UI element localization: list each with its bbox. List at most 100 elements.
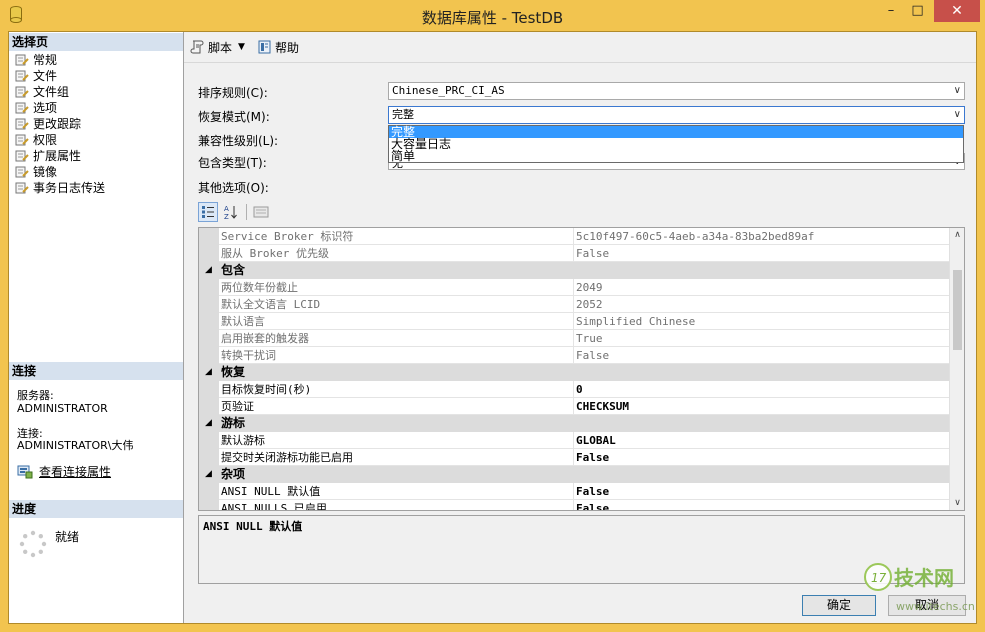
select-page-header: 选择页 (9, 33, 183, 51)
nav-item-3[interactable]: 选项 (9, 100, 183, 116)
scroll-up-icon[interactable]: ∧ (950, 230, 964, 240)
property-value[interactable]: False (576, 483, 946, 500)
containment-type-label: 包含类型(T): (198, 156, 267, 170)
column-divider (573, 483, 574, 500)
title-bar[interactable]: 数据库属性 - TestDB – □ ✕ (0, 0, 985, 31)
category-name: 游标 (221, 416, 246, 430)
category-name: 恢复 (221, 365, 246, 379)
collation-chevron-down-icon[interactable]: ∨ (954, 83, 961, 99)
collapse-triangle-icon[interactable]: ◢ (205, 262, 212, 279)
grid-category-row[interactable]: ◢ 包含 (199, 262, 949, 279)
property-value: 5c10f497-60c5-4aeb-a34a-83ba2bed89af (576, 230, 815, 243)
minimize-button[interactable]: – (878, 0, 904, 22)
nav-item-7[interactable]: 镜像 (9, 164, 183, 180)
collation-value: Chinese_PRC_CI_AS (392, 84, 505, 97)
grid-property-row[interactable]: 默认游标 GLOBAL (199, 432, 949, 449)
grid-property-row[interactable]: 两位数年份截止 2049 (199, 279, 949, 296)
recovery-model-label: 恢复模式(M): (198, 110, 270, 124)
nav-item-label: 选项 (33, 101, 58, 115)
row-margin (199, 228, 219, 245)
nav-item-4[interactable]: 更改跟踪 (9, 116, 183, 132)
property-pages-button[interactable] (251, 202, 271, 222)
grid-property-row[interactable]: 服从 Broker 优先级 False (199, 245, 949, 262)
property-name: Service Broker 标识符 (221, 230, 354, 243)
script-button[interactable]: 脚本 ▼ (184, 39, 251, 56)
recovery-option-1[interactable]: 大容量日志 (389, 138, 963, 150)
property-name: 默认游标 (221, 434, 265, 447)
grid-property-row[interactable]: 页验证 CHECKSUM (199, 398, 949, 415)
nav-item-6[interactable]: 扩展属性 (9, 148, 183, 164)
property-name: ANSI NULL 默认值 (221, 485, 321, 498)
row-margin (199, 347, 219, 364)
svg-text:www.itechs.cn: www.itechs.cn (896, 600, 975, 613)
categorized-view-button[interactable] (198, 202, 218, 222)
grid-category-row[interactable]: ◢ 恢复 (199, 364, 949, 381)
nav-item-label: 扩展属性 (33, 149, 82, 163)
recovery-chevron-down-icon[interactable]: ∨ (954, 107, 961, 123)
grid-category-row[interactable]: ◢ 游标 (199, 415, 949, 432)
property-grid-scrollbar[interactable]: ∧ ∨ (949, 228, 964, 510)
page-wrench-icon (15, 166, 29, 178)
alphabetical-sort-button[interactable]: A Z (221, 202, 241, 222)
grid-property-row[interactable]: 默认语言 Simplified Chinese (199, 313, 949, 330)
maximize-button[interactable]: □ (904, 0, 931, 22)
property-grid-rows: Service Broker 标识符 5c10f497-60c5-4aeb-a34… (199, 228, 949, 510)
recovery-option-2[interactable]: 简单 (389, 150, 963, 162)
row-margin (199, 483, 219, 500)
property-value[interactable]: False (576, 500, 946, 510)
nav-item-label: 权限 (33, 133, 58, 147)
progress-spinner-icon (19, 530, 47, 558)
recovery-model-dropdown-list[interactable]: 完整 大容量日志 简单 (388, 125, 964, 163)
scroll-down-icon[interactable]: ∨ (950, 498, 964, 508)
row-margin (199, 381, 219, 398)
collation-label: 排序规则(C): (198, 86, 268, 100)
left-pane: 选择页 常规 文件 文件组 选项 更改跟踪 权限 扩展属性 镜像 事务日志传送 连接 服务器: … (9, 32, 184, 623)
property-value: 2049 (576, 281, 603, 294)
svg-text:Z: Z (224, 213, 229, 220)
grid-property-row[interactable]: ANSI NULL 默认值 False (199, 483, 949, 500)
nav-item-1[interactable]: 文件 (9, 68, 183, 84)
page-wrench-icon (15, 182, 29, 194)
grid-property-row[interactable]: 目标恢复时间(秒) 0 (199, 381, 949, 398)
nav-item-8[interactable]: 事务日志传送 (9, 180, 183, 196)
property-name: 目标恢复时间(秒) (221, 383, 312, 396)
category-name: 包含 (221, 263, 246, 277)
window-title: 数据库属性 - TestDB (421, 9, 564, 27)
row-margin (199, 432, 219, 449)
grid-property-row[interactable]: 提交时关闭游标功能已启用 False (199, 449, 949, 466)
property-value[interactable]: GLOBAL (576, 432, 946, 449)
help-button[interactable]: 帮助 (251, 39, 305, 56)
grid-property-row[interactable]: 启用嵌套的触发器 True (199, 330, 949, 347)
grid-property-row[interactable]: Service Broker 标识符 5c10f497-60c5-4aeb-a34… (199, 228, 949, 245)
grid-property-row[interactable]: 转换干扰词 False (199, 347, 949, 364)
script-dropdown-icon[interactable]: ▼ (238, 42, 245, 52)
property-value[interactable]: CHECKSUM (576, 398, 946, 415)
grid-property-row[interactable]: 默认全文语言 LCID 2052 (199, 296, 949, 313)
property-value[interactable]: False (576, 449, 946, 466)
grid-category-row[interactable]: ◢ 杂项 (199, 466, 949, 483)
row-margin (199, 449, 219, 466)
grid-property-row[interactable]: ANSI NULLS 已启用 False (199, 500, 949, 510)
recovery-model-combobox[interactable]: 完整 ∨ (388, 106, 965, 124)
recovery-option-0[interactable]: 完整 (389, 126, 963, 138)
collation-combobox[interactable]: Chinese_PRC_CI_AS ∨ (388, 82, 965, 100)
view-connection-properties-link[interactable]: 查看连接属性 (17, 463, 111, 480)
close-button[interactable]: ✕ (934, 0, 980, 22)
property-value[interactable]: 0 (576, 381, 946, 398)
nav-item-0[interactable]: 常规 (9, 52, 183, 68)
dialog-client: 选择页 常规 文件 文件组 选项 更改跟踪 权限 扩展属性 镜像 事务日志传送 连接 服务器: … (8, 31, 977, 624)
nav-item-label: 镜像 (33, 165, 58, 179)
collapse-triangle-icon[interactable]: ◢ (205, 364, 212, 381)
property-value: True (576, 332, 603, 345)
nav-item-2[interactable]: 文件组 (9, 84, 183, 100)
row-margin (199, 296, 219, 313)
property-name: 提交时关闭游标功能已启用 (221, 451, 353, 464)
row-margin (199, 313, 219, 330)
nav-item-5[interactable]: 权限 (9, 132, 183, 148)
collapse-triangle-icon[interactable]: ◢ (205, 415, 212, 432)
property-value: False (576, 349, 610, 362)
collapse-triangle-icon[interactable]: ◢ (205, 466, 212, 483)
property-name: 页验证 (221, 400, 254, 413)
category-name: 杂项 (221, 467, 246, 481)
scrollbar-thumb[interactable] (953, 270, 962, 350)
